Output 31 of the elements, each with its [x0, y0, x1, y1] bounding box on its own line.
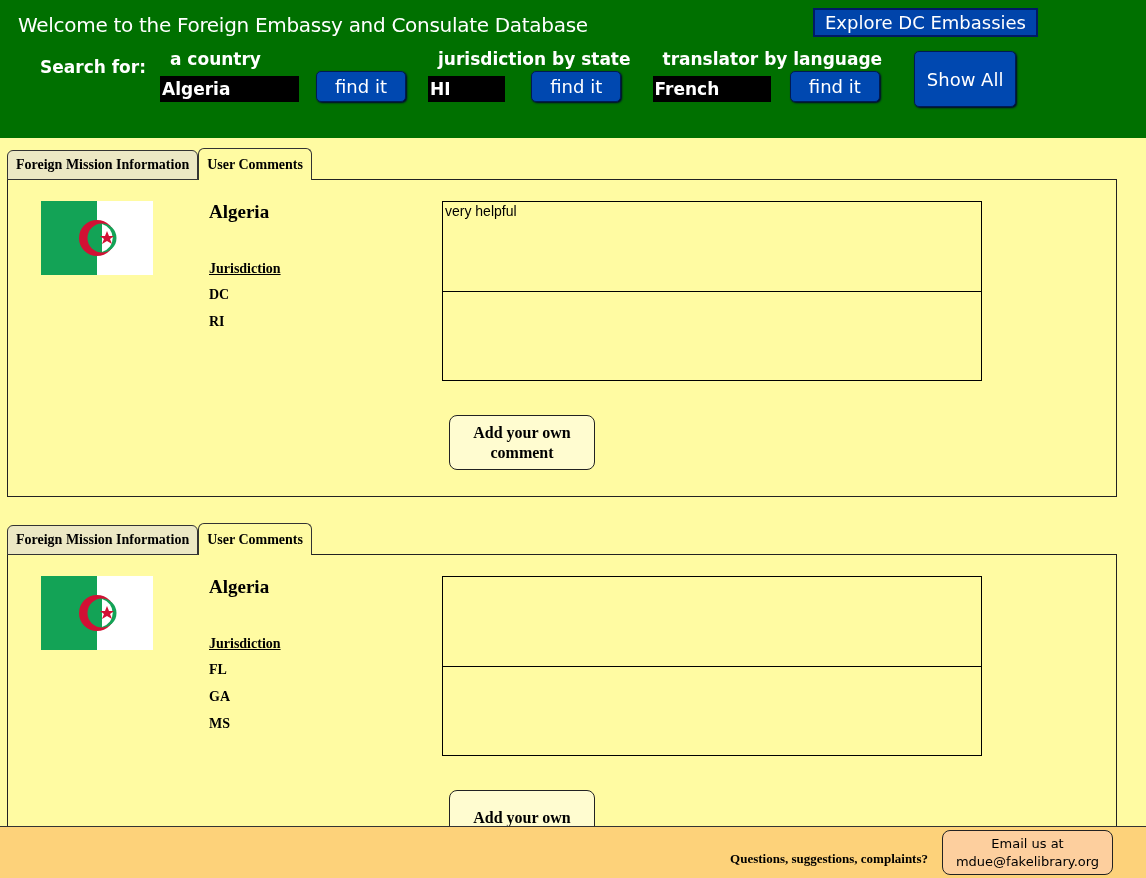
show-all-button[interactable]: Show All: [914, 51, 1017, 107]
tab[interactable]: Foreign Mission Information: [7, 525, 199, 555]
jurisdiction-item: FL: [209, 661, 228, 679]
search-label: a country: [170, 49, 262, 69]
find-button[interactable]: find it: [531, 71, 622, 102]
jurisdiction-heading: Jurisdiction: [209, 636, 282, 652]
search-field[interactable]: French: [652, 76, 771, 102]
jurisdiction-item: RI: [209, 313, 226, 331]
footer-text: Questions, suggestions, complaints?: [730, 850, 928, 867]
search-label: jurisdiction by state: [438, 49, 631, 69]
tab[interactable]: Foreign Mission Information: [7, 150, 199, 180]
jurisdiction-item: GA: [209, 688, 231, 706]
jurisdiction-heading: Jurisdiction: [209, 261, 282, 277]
page-title: Welcome to the Foreign Embassy and Consulate Database: [18, 13, 588, 37]
search-label: translator by language: [662, 49, 883, 69]
search-field[interactable]: HI: [428, 76, 505, 102]
add-comment-button[interactable]: Add your own comment: [449, 415, 595, 470]
explore-button[interactable]: Explore DC Embassies: [813, 8, 1038, 37]
comment-text: very helpful: [444, 202, 518, 221]
search-field[interactable]: Algeria: [160, 76, 299, 102]
jurisdiction-item: DC: [209, 286, 231, 304]
tab[interactable]: User Comments: [198, 148, 312, 180]
search-label: Search for:: [40, 57, 146, 77]
add-comment-button[interactable]: Add your own: [449, 790, 595, 826]
country-name: Algeria: [209, 576, 271, 598]
country-name: Algeria: [209, 201, 271, 223]
find-button[interactable]: find it: [316, 71, 406, 102]
email-button[interactable]: Email us at mdue@fakelibrary.org: [942, 830, 1113, 875]
jurisdiction-item: MS: [209, 715, 231, 733]
find-button[interactable]: find it: [789, 71, 880, 102]
tab[interactable]: User Comments: [198, 523, 312, 555]
